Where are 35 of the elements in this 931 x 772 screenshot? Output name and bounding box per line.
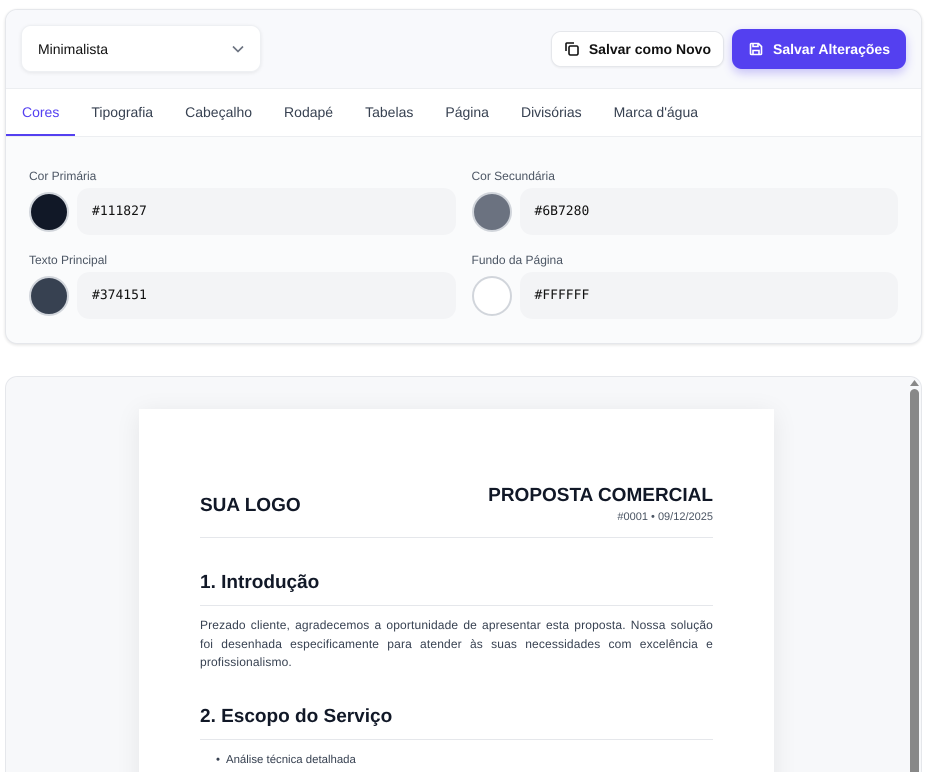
tab[interactable]: Rodapé: [268, 89, 350, 136]
field-label: Cor Secundária: [472, 169, 555, 183]
color-swatch[interactable]: [29, 276, 69, 316]
hex-input-field[interactable]: #FFFFFF: [520, 272, 898, 319]
copy-icon: [564, 40, 580, 56]
chevron-down-icon: [232, 44, 244, 52]
tab[interactable]: Divisórias: [504, 89, 598, 136]
save-as-new-button[interactable]: Salvar como Novo: [550, 30, 724, 66]
tab[interactable]: Marca d'água: [598, 89, 714, 136]
document-title: PROPOSTA COMERCIAL: [488, 485, 713, 507]
bullet-marker: •: [216, 752, 220, 768]
field-label: Fundo da Página: [472, 253, 563, 267]
color-swatch[interactable]: [29, 192, 69, 232]
color-swatch[interactable]: [472, 276, 512, 316]
hex-input-field[interactable]: #111827: [77, 188, 456, 235]
tab[interactable]: Página: [429, 89, 505, 136]
save-icon: [748, 40, 764, 56]
tab[interactable]: Tipografia: [75, 89, 170, 136]
field-label: Cor Primária: [29, 169, 96, 183]
logo-text: SUA LOGO: [200, 495, 301, 516]
section-heading: 2. Escopo do Serviço: [200, 706, 392, 728]
field-label: Texto Principal: [29, 253, 108, 267]
list-item: Análise técnica detalhada: [226, 752, 356, 768]
document-meta: #0001 • 09/12/2025: [616, 511, 713, 523]
template-dropdown[interactable]: Minimalista: [21, 25, 261, 72]
tab[interactable]: Cores: [6, 89, 76, 136]
section-heading: 1. Introdução: [200, 572, 320, 594]
tab[interactable]: Cabeçalho: [169, 89, 268, 136]
color-swatch[interactable]: [472, 192, 512, 232]
save-changes-button[interactable]: Salvar Alterações: [732, 28, 906, 68]
hex-input-field[interactable]: #6B7280: [520, 188, 898, 235]
scroll-up-arrow-icon[interactable]: [910, 380, 918, 386]
tab[interactable]: Tabelas: [349, 89, 430, 136]
hex-input-field[interactable]: #374151: [77, 272, 456, 319]
paragraph: Prezado cliente, agradecemos a oportunidade de apresentar esta proposta. Nossa solução foi desenhada especificamente para atender às suas necessidades com excelência e profissionalismo.: [200, 617, 713, 671]
